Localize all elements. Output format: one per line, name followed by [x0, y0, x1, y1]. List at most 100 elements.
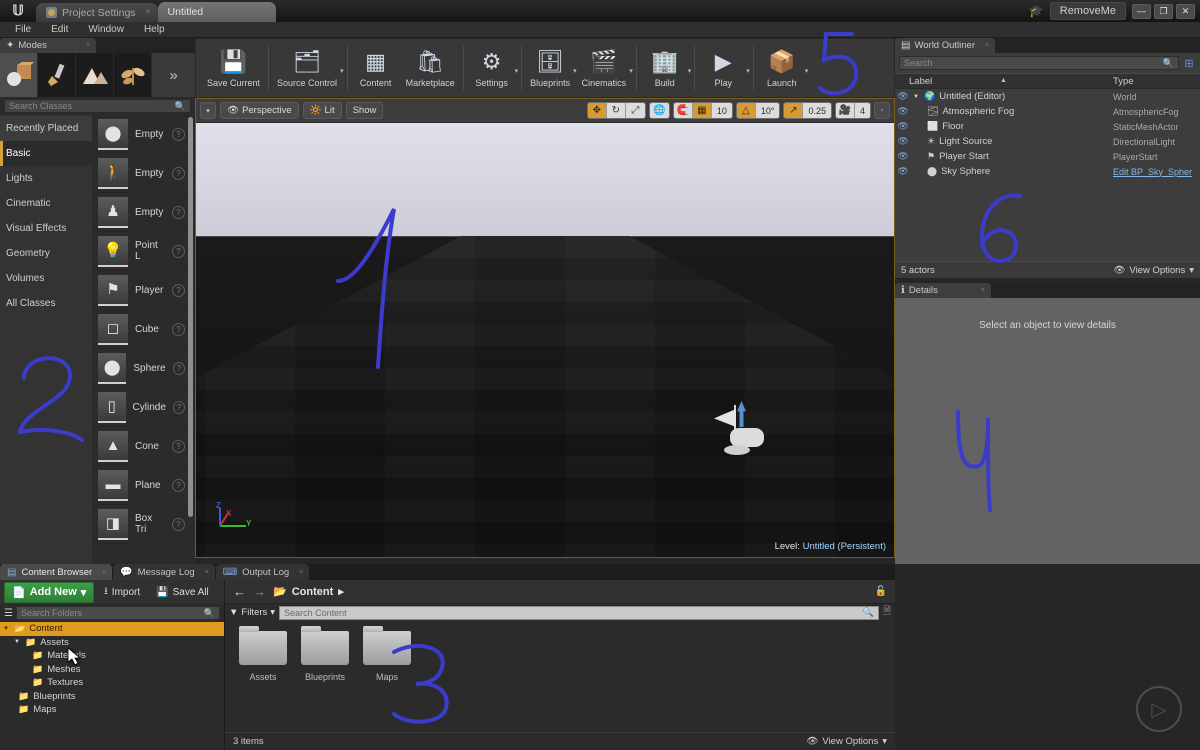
- close-icon[interactable]: ×: [981, 287, 985, 294]
- expand-triangle-icon[interactable]: ▼: [3, 626, 10, 632]
- placement-item[interactable]: 🚶Empty?: [92, 154, 195, 193]
- placement-item[interactable]: ▯Cylinde?: [92, 388, 195, 427]
- close-icon[interactable]: ×: [146, 7, 151, 16]
- category-all-classes[interactable]: All Classes: [0, 291, 92, 316]
- save-search-icon[interactable]: 🗎: [883, 604, 891, 621]
- chevron-down-icon[interactable]: ▾: [805, 67, 809, 75]
- outliner-row[interactable]: 👁 ▼ 🌍 Untitled (Editor) World: [895, 89, 1200, 104]
- category-visual-effects[interactable]: Visual Effects: [0, 216, 92, 241]
- asset-tile[interactable]: Maps: [363, 631, 411, 732]
- tree-item-materials[interactable]: 📁 Materials: [0, 649, 224, 663]
- camera-speed-value[interactable]: 4: [855, 103, 870, 118]
- grid-snap-value[interactable]: 10: [712, 103, 732, 118]
- chevron-right-icon[interactable]: ▸: [338, 585, 344, 598]
- window-tab-untitled[interactable]: Untitled: [158, 2, 276, 22]
- outliner-row[interactable]: 👁 🌫 Atmospheric Fog AtmosphericFog: [895, 104, 1200, 119]
- toolbar-source-control[interactable]: 🗂 Source Control: [272, 40, 342, 96]
- grid-snap-icon[interactable]: ▦: [693, 103, 712, 118]
- player-start-actor[interactable]: [708, 401, 770, 463]
- category-cinematic[interactable]: Cinematic: [0, 191, 92, 216]
- help-icon[interactable]: ?: [172, 206, 185, 219]
- placement-item[interactable]: ◨Box Tri?: [92, 505, 195, 544]
- placement-item[interactable]: ⬤Sphere?: [92, 349, 195, 388]
- visibility-eye-icon[interactable]: 👁: [895, 121, 911, 132]
- outliner-search-input[interactable]: Search 🔍: [899, 56, 1179, 70]
- chevron-down-icon[interactable]: ▾: [629, 67, 633, 75]
- category-volumes[interactable]: Volumes: [0, 266, 92, 291]
- tab-message-log[interactable]: 💬 Message Log ×: [113, 564, 215, 580]
- search-classes-input[interactable]: Search Classes 🔍: [4, 99, 191, 113]
- column-label-header[interactable]: Label ▲: [895, 76, 1113, 87]
- toolbar-launch[interactable]: 📦 Launch: [757, 40, 807, 96]
- close-icon[interactable]: ×: [205, 569, 209, 576]
- viewport-lit-button[interactable]: 🔆 Lit: [303, 102, 342, 119]
- paint-mode-button[interactable]: [38, 53, 76, 97]
- help-icon[interactable]: ?: [172, 245, 185, 258]
- close-icon[interactable]: ×: [86, 42, 90, 49]
- viewport-options-icon[interactable]: ▾: [200, 102, 216, 119]
- outliner-row[interactable]: 👁 ⚑ Player Start PlayerStart: [895, 149, 1200, 164]
- help-icon[interactable]: ?: [173, 362, 185, 375]
- help-icon[interactable]: ?: [172, 323, 185, 336]
- menu-edit[interactable]: Edit: [42, 23, 77, 36]
- placement-item[interactable]: ◻Cube?: [92, 310, 195, 349]
- chevron-down-icon[interactable]: ▾: [340, 67, 344, 75]
- removeme-label[interactable]: RemoveMe: [1050, 2, 1126, 20]
- tree-item-meshes[interactable]: 📁 Meshes: [0, 663, 224, 677]
- outliner-row[interactable]: 👁 ⬤ Sky Sphere Edit BP_Sky_Spher: [895, 164, 1200, 179]
- landscape-mode-button[interactable]: [76, 53, 114, 97]
- asset-grid[interactable]: Assets Blueprints Maps: [225, 621, 895, 732]
- tab-content-browser[interactable]: ▤ Content Browser ×: [0, 564, 112, 580]
- help-icon[interactable]: ?: [172, 284, 185, 297]
- category-recently-placed[interactable]: Recently Placed: [0, 116, 92, 141]
- category-lights[interactable]: Lights: [0, 166, 92, 191]
- filters-button[interactable]: ▼ Filters ▾: [229, 607, 275, 618]
- help-icon[interactable]: ?: [172, 128, 185, 141]
- visibility-eye-icon[interactable]: 👁: [895, 136, 911, 147]
- content-view-options-button[interactable]: 👁 View Options ▾: [806, 736, 887, 747]
- close-icon[interactable]: ×: [299, 569, 303, 576]
- placement-scrollbar[interactable]: [188, 117, 193, 517]
- tree-item-maps[interactable]: 📁 Maps: [0, 703, 224, 717]
- visibility-eye-icon[interactable]: 👁: [895, 151, 911, 162]
- chevron-down-icon[interactable]: ▾: [746, 67, 750, 75]
- toolbar-settings[interactable]: ⚙ Settings: [467, 40, 517, 96]
- surface-snap-icon[interactable]: 🧲: [674, 103, 693, 118]
- placement-item[interactable]: ♟Empty?: [92, 193, 195, 232]
- toolbar-blueprints[interactable]: 🗄 Blueprints: [525, 40, 575, 96]
- scale-snap-icon[interactable]: ↗: [784, 103, 803, 118]
- move-tool-icon[interactable]: ✥: [588, 103, 607, 118]
- placement-item[interactable]: ⚑Player?: [92, 271, 195, 310]
- search-folders-input[interactable]: Search Folders 🔍: [16, 606, 220, 620]
- chevron-down-icon[interactable]: ▾: [688, 67, 692, 75]
- expand-modes-icon[interactable]: »: [152, 53, 195, 97]
- outliner-row[interactable]: 👁 ⬜ Floor StaticMeshActor: [895, 119, 1200, 134]
- asset-tile[interactable]: Assets: [239, 631, 287, 732]
- help-icon[interactable]: ?: [172, 518, 185, 531]
- add-new-button[interactable]: 📄 Add New ▾: [4, 582, 94, 603]
- viewport-show-button[interactable]: Show: [346, 102, 384, 119]
- toolbar-cinematics[interactable]: 🎬 Cinematics: [577, 40, 632, 96]
- viewport-perspective-button[interactable]: 👁 Perspective: [220, 102, 299, 119]
- scale-tool-icon[interactable]: ⤢: [626, 103, 645, 118]
- visibility-eye-icon[interactable]: 👁: [895, 91, 911, 102]
- placement-item[interactable]: ⬤Empty?: [92, 115, 195, 154]
- nav-back-icon[interactable]: ←: [233, 584, 246, 599]
- tree-item-content[interactable]: ▼ 📂 Content: [0, 622, 224, 636]
- help-icon[interactable]: ?: [173, 401, 185, 414]
- outliner-view-options-button[interactable]: 👁 View Options ▾: [1113, 265, 1194, 276]
- tab-modes[interactable]: ✦ Modes ×: [0, 38, 96, 53]
- close-icon[interactable]: ×: [985, 42, 989, 49]
- nav-forward-icon[interactable]: →: [253, 584, 266, 599]
- window-tab-project-settings[interactable]: Project Settings ×: [36, 3, 158, 22]
- close-button[interactable]: ✕: [1176, 4, 1195, 19]
- level-viewport[interactable]: ▾ 👁 Perspective 🔆 Lit Show ✥ ↻ ⤢ 🌐: [195, 98, 895, 558]
- column-type-header[interactable]: Type: [1113, 76, 1200, 87]
- toolbar-play[interactable]: ▶ Play: [698, 40, 748, 96]
- menu-file[interactable]: File: [6, 23, 40, 36]
- visibility-eye-icon[interactable]: 👁: [895, 106, 911, 117]
- lock-icon[interactable]: 🔓: [875, 586, 887, 597]
- rotate-tool-icon[interactable]: ↻: [607, 103, 626, 118]
- asset-tile[interactable]: Blueprints: [301, 631, 349, 732]
- import-button[interactable]: ⭳ Import: [98, 581, 146, 604]
